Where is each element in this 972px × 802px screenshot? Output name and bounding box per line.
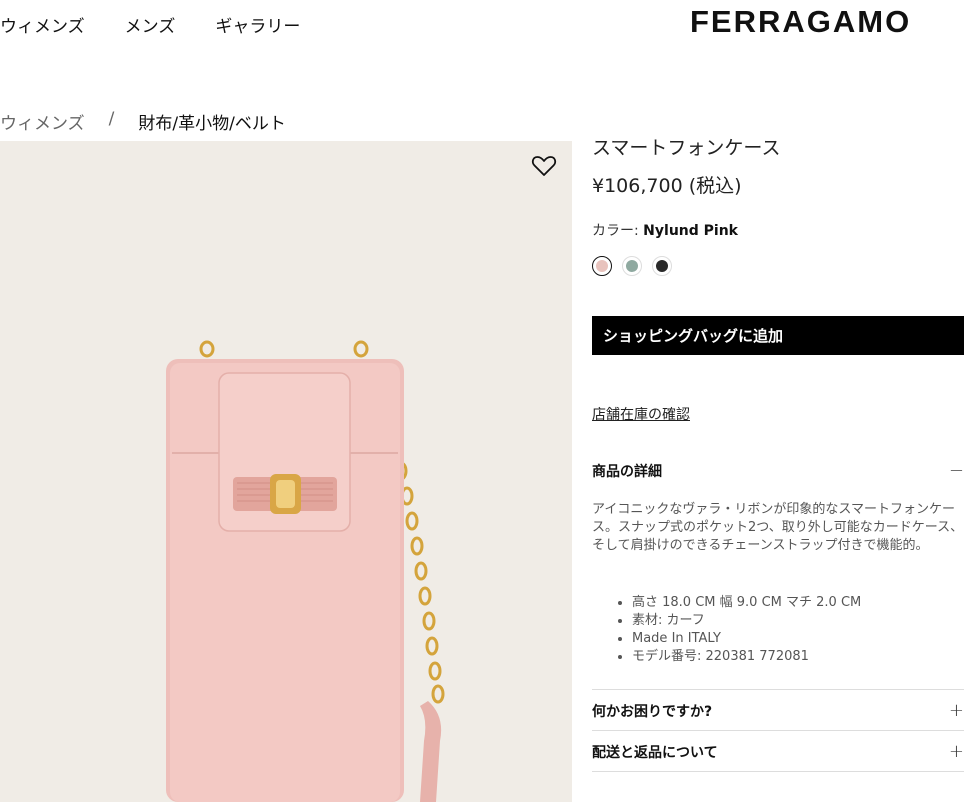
product-image (0, 141, 572, 802)
expand-icon[interactable]: + (949, 700, 964, 721)
swatch-black[interactable] (652, 256, 672, 276)
brand-logo[interactable]: FERRAGAMO (690, 4, 911, 40)
divider (592, 771, 964, 772)
color-value: Nylund Pink (643, 223, 738, 239)
product-specs: 高さ 18.0 CM 幅 9.0 CM マチ 2.0 CM 素材: カーフ Ma… (614, 594, 861, 666)
spec-model-number: モデル番号: 220381 772081 (632, 648, 861, 666)
nav-gallery[interactable]: ギャラリー (215, 12, 300, 37)
spec-dimensions: 高さ 18.0 CM 幅 9.0 CM マチ 2.0 CM (632, 594, 861, 612)
spec-material: 素材: カーフ (632, 612, 861, 630)
divider (592, 730, 964, 731)
heart-icon[interactable] (531, 154, 557, 178)
product-price: ¥106,700 (税込) (592, 175, 742, 197)
nav-men[interactable]: メンズ (125, 12, 176, 37)
product-description: アイコニックなヴァラ・リボンが印象的なスマートフォンケース。スナップ式のポケット… (592, 502, 964, 553)
main-nav: ウィメンズ メンズ ギャラリー (0, 12, 300, 37)
details-heading: 商品の詳細 (592, 463, 662, 480)
spec-origin: Made In ITALY (632, 630, 861, 648)
swatch-pink[interactable] (592, 256, 612, 276)
details-accordion-header[interactable]: 商品の詳細 − (592, 460, 964, 481)
nav-women[interactable]: ウィメンズ (0, 12, 85, 37)
shipping-accordion-header[interactable]: 配送と返品について + (592, 741, 964, 762)
shipping-heading: 配送と返品について (592, 744, 718, 761)
breadcrumb-separator: / (108, 109, 115, 129)
color-swatches (592, 256, 672, 276)
divider (592, 689, 964, 690)
store-stock-link[interactable]: 店舗在庫の確認 (592, 404, 690, 424)
color-selection: カラー: Nylund Pink (592, 220, 738, 240)
help-accordion-header[interactable]: 何かお困りですか? + (592, 700, 964, 721)
swatch-sage[interactable] (622, 256, 642, 276)
phone-case-illustration (166, 340, 445, 802)
breadcrumb: ウィメンズ / 財布/革小物/ベルト (0, 109, 286, 134)
add-to-bag-button[interactable]: ショッピングバッグに追加 (592, 316, 964, 355)
color-label: カラー: (592, 223, 644, 239)
collapse-icon[interactable]: − (949, 460, 964, 481)
product-title: スマートフォンケース (592, 137, 781, 159)
help-heading: 何かお困りですか? (592, 703, 713, 720)
expand-icon[interactable]: + (949, 741, 964, 762)
breadcrumb-category[interactable]: 財布/革小物/ベルト (138, 109, 285, 134)
breadcrumb-women[interactable]: ウィメンズ (0, 109, 85, 134)
